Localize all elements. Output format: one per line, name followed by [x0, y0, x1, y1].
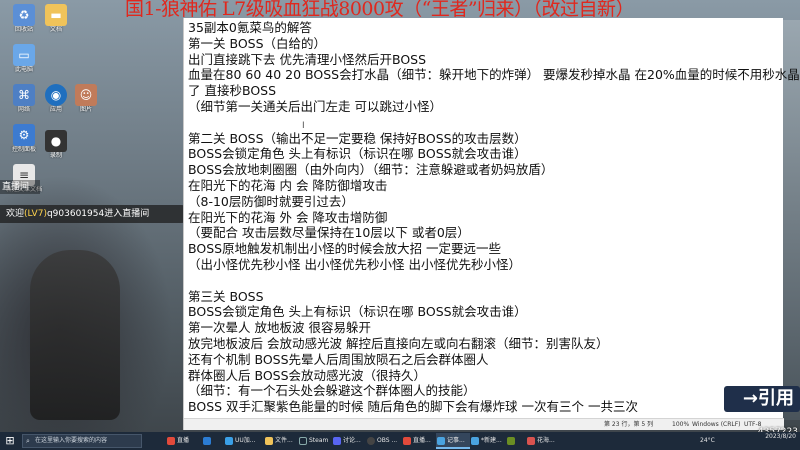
desktop-icon-folder[interactable]: ▬ 文档 — [36, 4, 76, 34]
taskbar-item[interactable]: 直播 — [166, 433, 202, 449]
note-line: 第一关 BOSS（白给的） — [188, 35, 327, 51]
note-line: BOSS原地触发机制出小怪的时候会放大招 一定要远一些 — [188, 241, 502, 257]
note-line: （要配合 攻击层数尽量保持在10层以下 或者0层） — [188, 225, 470, 241]
note-line: BOSS 双手汇聚紫色能量的时候 随后角色的脚下会有爆炸球 一次有三个 一共三次 — [188, 399, 638, 415]
note-line: 出门直接跳下去 优先清理小怪然后开BOSS — [188, 51, 427, 67]
taskbar-item[interactable]: 文件... — [264, 433, 298, 449]
obs-icon — [367, 437, 375, 445]
taskbar-item[interactable]: OBS ... — [366, 433, 402, 449]
taskbar-search-input[interactable]: ⌕ 在这里输入你要搜索的内容 — [22, 434, 142, 448]
taskbar-item[interactable]: 讨论... — [332, 433, 366, 449]
taskbar-item[interactable]: Steam — [298, 433, 332, 449]
note-line: 了 直接秒BOSS — [188, 83, 277, 99]
folder-icon: ▬ — [45, 4, 67, 26]
desktop-icon-photo[interactable]: ☺ 图片 — [66, 84, 106, 114]
steam-icon — [299, 437, 307, 445]
record-icon: ● — [45, 130, 67, 152]
taskbar-item[interactable]: 直播... — [402, 433, 436, 449]
desktop-icon-record[interactable]: ● 录制 — [36, 130, 76, 160]
app-icon — [167, 437, 175, 445]
notepad-status-bar: 第 23 行，第 5 列 100% Windows (CRLF) UTF-8 — [184, 418, 784, 430]
note-line: BOSS会锁定角色 头上有标识（标识在哪 BOSS就会攻击谁） — [188, 146, 527, 162]
welcome-user: (LV7) — [24, 209, 47, 219]
app-icon — [225, 437, 233, 445]
note-line: （细节第一关通关后出门左走 可以跳过小怪） — [188, 98, 442, 114]
note-line: 第一次晕人 放地板波 很容易躲开 — [188, 320, 371, 336]
text-cursor-icon: I — [302, 121, 305, 131]
photo-icon: ☺ — [75, 84, 97, 106]
chat-icon — [333, 437, 341, 445]
note-line: 放完地板波后 会放动感光波 解控后直接向左或向右翻滚（细节：别害队友） — [188, 335, 609, 351]
side-widget: →引用 — [724, 386, 800, 412]
note-line: 群体圈人后 BOSS会放动感光波（很持久） — [188, 367, 427, 383]
status-line-ending: Windows (CRLF) — [692, 421, 741, 428]
system-tray: 24°C 2023/8/20 — [700, 432, 800, 450]
taskbar-item-notepad[interactable]: 记事... — [436, 433, 470, 449]
note-line: 第二关 BOSS（输出不足一定要稳 保持好BOSS的攻击层数） — [188, 130, 527, 146]
note-line: 第三关 BOSS — [188, 288, 264, 304]
folder-icon — [265, 437, 273, 445]
computer-icon: ▭ — [13, 44, 35, 66]
taskbar-clock[interactable]: 2023/8/20 — [762, 433, 796, 441]
note-line: BOSS会锁定角色 头上有标识（标识在哪 BOSS就会攻击谁） — [188, 304, 527, 320]
network-icon: ⌘ — [13, 84, 35, 106]
search-placeholder: 在这里输入你要搜索的内容 — [35, 437, 108, 444]
note-line: 血量在80 60 40 20 BOSS会打水晶（细节：躲开地下的炸弹） 要爆发秒… — [188, 67, 800, 83]
note-line: 在阳光下的花海 内 会 降防御增攻击 — [188, 177, 388, 193]
taskbar-item[interactable]: 花海... — [526, 433, 564, 449]
taskbar: ⊞ ⌕ 在这里输入你要搜索的内容 直播 UU加... 文件... Steam 讨… — [0, 432, 800, 450]
taskbar-item[interactable] — [506, 433, 526, 449]
notepad-icon — [437, 437, 445, 445]
room-label: 直播间 — [0, 180, 40, 194]
welcome-prefix: 欢迎 — [6, 209, 25, 219]
notepad-text-area[interactable]: 35副本0氪菜鸟的解答 第一关 BOSS（白给的） 出门直接跳下去 优先清理小怪… — [188, 20, 800, 414]
taskbar-item[interactable] — [202, 433, 224, 449]
app-icon — [403, 437, 411, 445]
note-line: BOSS会放地刺圈圈（由外向内）（细节：注意躲避或者奶妈放盾） — [188, 162, 554, 178]
control-panel-icon: ⚙ — [13, 124, 35, 146]
note-line: 还有个机制 BOSS先晕人后周围放陨石之后会群体圈人 — [188, 351, 489, 367]
note-line: （细节：有一个石头处会躲避这个群体圈人的技能） — [188, 383, 476, 399]
notepad-icon — [471, 437, 479, 445]
status-zoom: 100% — [672, 421, 690, 428]
desktop-icon-computer[interactable]: ▭ 此电脑 — [4, 44, 44, 74]
welcome-banner: 欢迎(LV7)q903601954进入直播间 — [0, 205, 190, 223]
recycle-bin-icon: ♻ — [13, 4, 35, 26]
note-line: （出小怪优先秒小怪 出小怪优先秒小怪 出小怪优先秒小怪） — [188, 256, 521, 272]
weather-temperature[interactable]: 24°C — [700, 437, 715, 444]
app-icon — [507, 437, 515, 445]
taskbar-item[interactable]: UU加... — [224, 433, 264, 449]
welcome-suffix: q903601954进入直播间 — [46, 209, 150, 219]
taskbar-item[interactable]: *新建... — [470, 433, 506, 449]
browser-icon — [203, 437, 211, 445]
note-line — [188, 115, 778, 131]
notepad-window[interactable]: 35副本0氪菜鸟的解答 第一关 BOSS（白给的） 出门直接跳下去 优先清理小怪… — [183, 18, 800, 430]
note-line — [188, 273, 778, 289]
note-line: 在阳光下的花海 外 会 降攻击增防御 — [188, 209, 388, 225]
wallpaper-figure — [30, 250, 120, 420]
app-icon: ◉ — [45, 84, 67, 106]
windows-start-icon[interactable]: ⊞ — [0, 432, 20, 450]
app-icon — [527, 437, 535, 445]
search-icon: ⌕ — [26, 437, 30, 445]
note-line: 35副本0氪菜鸟的解答 — [188, 20, 312, 35]
note-line: （8-10层防御时就要引过去） — [188, 193, 354, 209]
status-position: 第 23 行，第 5 列 — [604, 421, 654, 428]
